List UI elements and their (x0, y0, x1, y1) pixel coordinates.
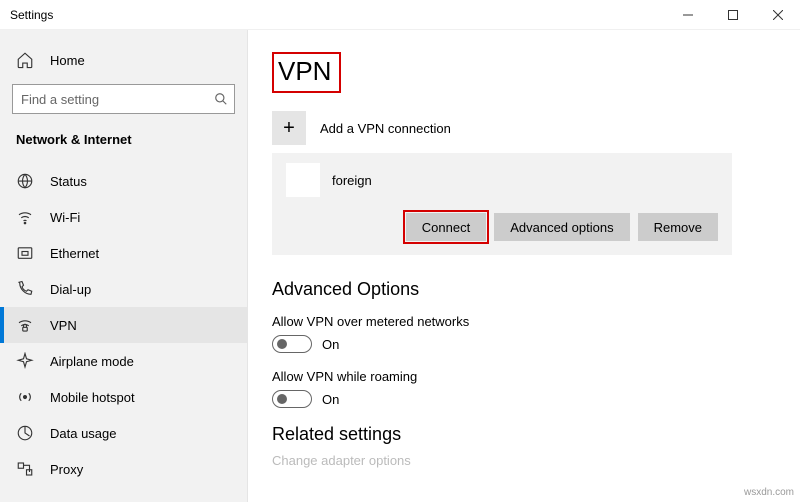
search-placeholder: Find a setting (21, 92, 214, 107)
roaming-label: Allow VPN while roaming (272, 369, 776, 384)
nav-label: Status (50, 174, 87, 189)
add-vpn-row[interactable]: + Add a VPN connection (272, 111, 776, 145)
sidebar-item-ethernet[interactable]: Ethernet (0, 235, 247, 271)
sidebar-item-datausage[interactable]: Data usage (0, 415, 247, 451)
airplane-icon (16, 352, 34, 370)
watermark: wsxdn.com (744, 487, 794, 498)
hotspot-icon (16, 388, 34, 406)
search-icon (214, 92, 228, 106)
search-input[interactable]: Find a setting (12, 84, 235, 114)
roaming-state: On (322, 392, 339, 407)
sidebar-item-proxy[interactable]: Proxy (0, 451, 247, 487)
sidebar: Home Find a setting Network & Internet S… (0, 30, 248, 502)
ethernet-icon (16, 244, 34, 262)
connect-button[interactable]: Connect (406, 213, 486, 241)
nav-label: Mobile hotspot (50, 390, 135, 405)
titlebar: Settings (0, 0, 800, 30)
change-adapter-link[interactable]: Change adapter options (272, 453, 776, 468)
page-title: VPN (272, 52, 341, 93)
dialup-icon (16, 280, 34, 298)
main-content: VPN + Add a VPN connection foreign Conne… (248, 30, 800, 502)
connection-icon (286, 163, 320, 197)
nav-label: Ethernet (50, 246, 99, 261)
nav-label: Data usage (50, 426, 117, 441)
sidebar-group-header: Network & Internet (0, 128, 247, 163)
nav-label: Airplane mode (50, 354, 134, 369)
nav-label: Wi-Fi (50, 210, 80, 225)
sidebar-item-dialup[interactable]: Dial-up (0, 271, 247, 307)
nav-label: VPN (50, 318, 77, 333)
status-icon (16, 172, 34, 190)
sidebar-item-hotspot[interactable]: Mobile hotspot (0, 379, 247, 415)
minimize-button[interactable] (665, 0, 710, 29)
plus-icon: + (272, 111, 306, 145)
sidebar-item-status[interactable]: Status (0, 163, 247, 199)
connection-name: foreign (332, 173, 372, 188)
advanced-options-header: Advanced Options (272, 279, 776, 300)
nav-label: Proxy (50, 462, 83, 477)
metered-label: Allow VPN over metered networks (272, 314, 776, 329)
close-button[interactable] (755, 0, 800, 29)
data-usage-icon (16, 424, 34, 442)
vpn-connection-card[interactable]: foreign Connect Advanced options Remove (272, 153, 732, 255)
window-title: Settings (10, 8, 53, 22)
add-vpn-label: Add a VPN connection (320, 121, 451, 136)
sidebar-home-label: Home (50, 53, 85, 68)
related-settings-header: Related settings (272, 424, 776, 445)
sidebar-item-vpn[interactable]: VPN (0, 307, 247, 343)
roaming-toggle[interactable] (272, 390, 312, 408)
vpn-icon (16, 316, 34, 334)
proxy-icon (16, 460, 34, 478)
window-controls (665, 0, 800, 29)
maximize-button[interactable] (710, 0, 755, 29)
nav-label: Dial-up (50, 282, 91, 297)
metered-state: On (322, 337, 339, 352)
wifi-icon (16, 208, 34, 226)
sidebar-item-airplane[interactable]: Airplane mode (0, 343, 247, 379)
sidebar-item-wifi[interactable]: Wi-Fi (0, 199, 247, 235)
metered-toggle[interactable] (272, 335, 312, 353)
sidebar-home[interactable]: Home (0, 42, 247, 78)
remove-button[interactable]: Remove (638, 213, 718, 241)
home-icon (16, 51, 34, 69)
advanced-options-button[interactable]: Advanced options (494, 213, 629, 241)
